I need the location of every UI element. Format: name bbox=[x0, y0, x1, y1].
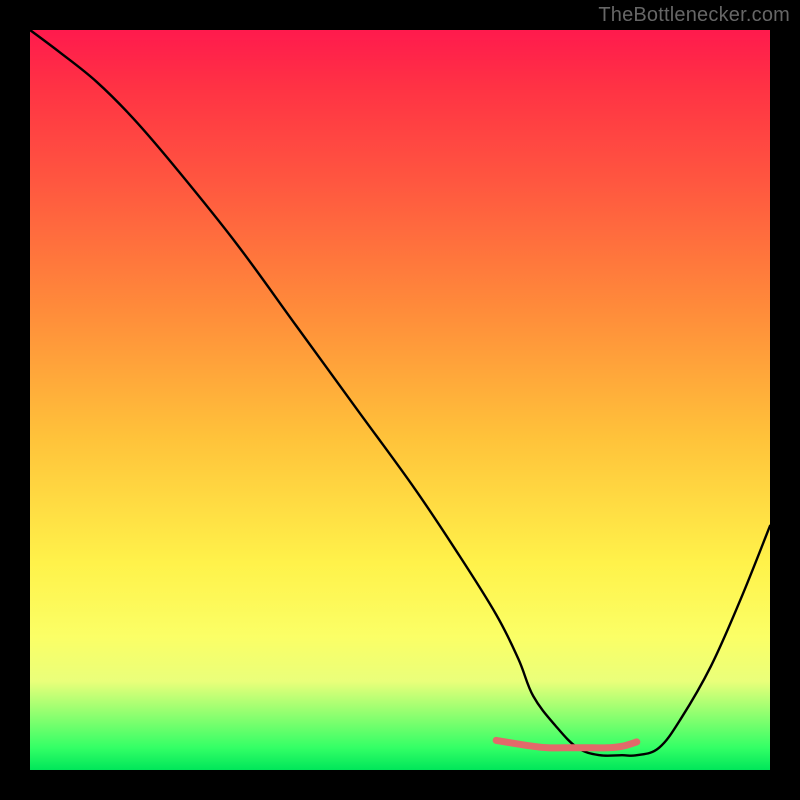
attribution-label: TheBottlenecker.com bbox=[598, 4, 790, 27]
main-curve bbox=[30, 30, 770, 756]
bottleneck-curve-chart bbox=[30, 30, 770, 770]
optimal-range-highlight bbox=[496, 740, 637, 748]
